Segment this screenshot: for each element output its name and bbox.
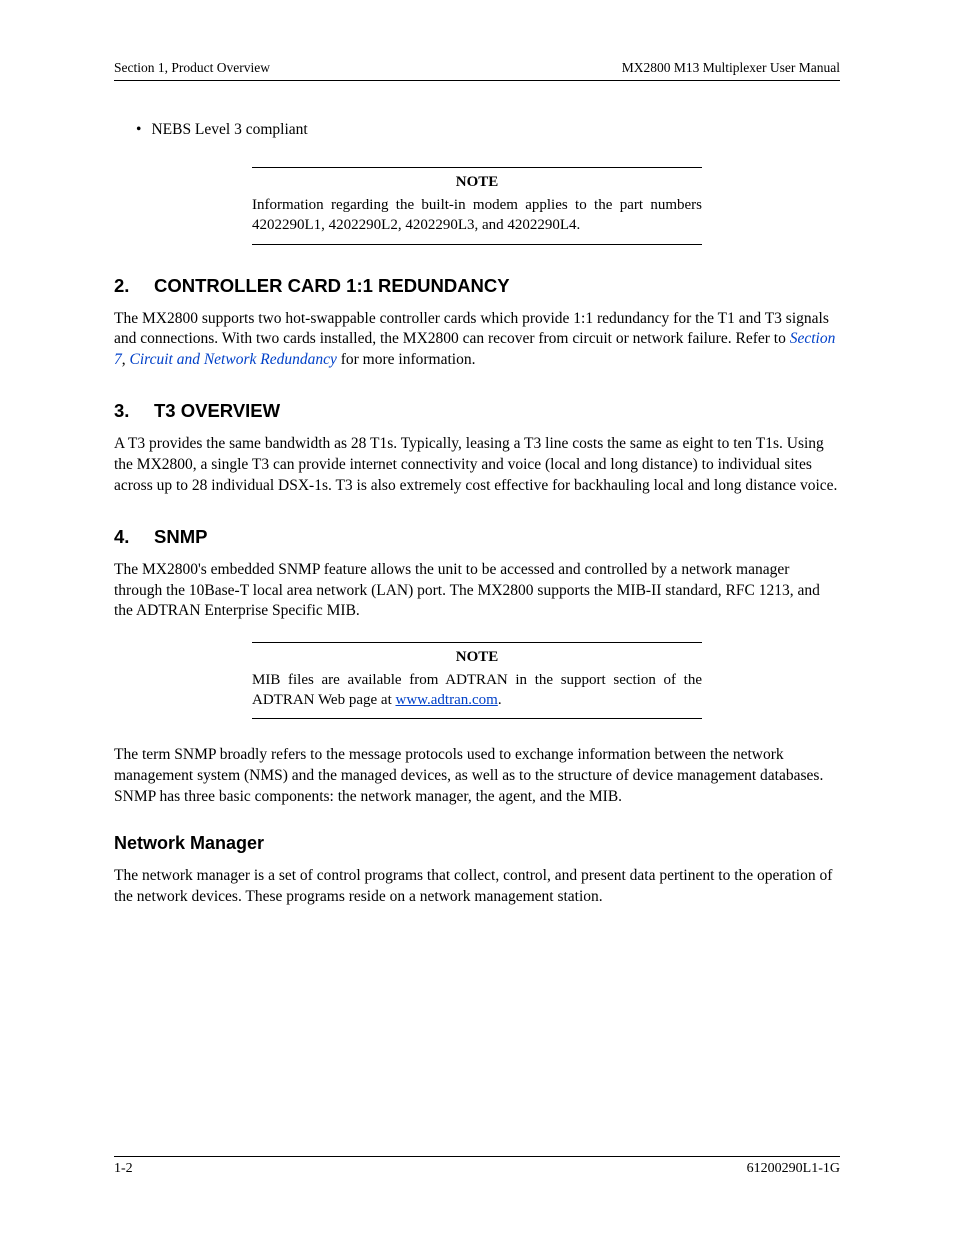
note-box-2: NOTE MIB files are available from ADTRAN…: [252, 642, 702, 720]
text-run: .: [498, 692, 502, 708]
link-circuit-redundancy[interactable]: Circuit and Network Redundancy: [130, 351, 337, 368]
paragraph-snmp-2: The term SNMP broadly refers to the mess…: [114, 745, 840, 807]
heading-text: CONTROLLER CARD 1:1 REDUNDANCY: [154, 275, 510, 296]
doc-number: 61200290L1-1G: [747, 1161, 840, 1177]
heading-t3-overview: 3.T3 OVERVIEW: [114, 400, 840, 422]
note-label: NOTE: [252, 649, 702, 666]
heading-snmp: 4.SNMP: [114, 526, 840, 548]
note-body: MIB files are available from ADTRAN in t…: [252, 670, 702, 711]
header-right: MX2800 M13 Multiplexer User Manual: [622, 60, 840, 76]
running-footer: 1-2 61200290L1-1G: [114, 1156, 840, 1177]
heading-network-manager: Network Manager: [114, 833, 840, 854]
paragraph-t3: A T3 provides the same bandwidth as 28 T…: [114, 434, 840, 496]
footer-rule: [114, 1156, 840, 1157]
paragraph-controller: The MX2800 supports two hot-swappable co…: [114, 309, 840, 371]
heading-controller-redundancy: 2.CONTROLLER CARD 1:1 REDUNDANCY: [114, 275, 840, 297]
note-label: NOTE: [252, 174, 702, 191]
paragraph-snmp-1: The MX2800's embedded SNMP feature allow…: [114, 560, 840, 622]
note-box-1: NOTE Information regarding the built-in …: [252, 167, 702, 245]
heading-text: T3 OVERVIEW: [154, 400, 280, 421]
heading-number: 4.: [114, 526, 154, 548]
page-number: 1-2: [114, 1161, 133, 1177]
heading-number: 3.: [114, 400, 154, 422]
footer-row: 1-2 61200290L1-1G: [114, 1161, 840, 1177]
header-rule: [114, 80, 840, 81]
bullet-nebs: NEBS Level 3 compliant: [136, 121, 840, 139]
header-left: Section 1, Product Overview: [114, 60, 270, 76]
page: Section 1, Product Overview MX2800 M13 M…: [0, 0, 954, 1235]
note-body: Information regarding the built-in modem…: [252, 195, 702, 236]
text-run: ,: [122, 351, 130, 368]
paragraph-network-manager: The network manager is a set of control …: [114, 866, 840, 907]
heading-text: SNMP: [154, 526, 207, 547]
text-run: for more information.: [337, 351, 476, 368]
heading-number: 2.: [114, 275, 154, 297]
text-run: The MX2800 supports two hot-swappable co…: [114, 310, 829, 348]
link-adtran[interactable]: www.adtran.com: [395, 692, 497, 708]
running-header: Section 1, Product Overview MX2800 M13 M…: [114, 60, 840, 76]
